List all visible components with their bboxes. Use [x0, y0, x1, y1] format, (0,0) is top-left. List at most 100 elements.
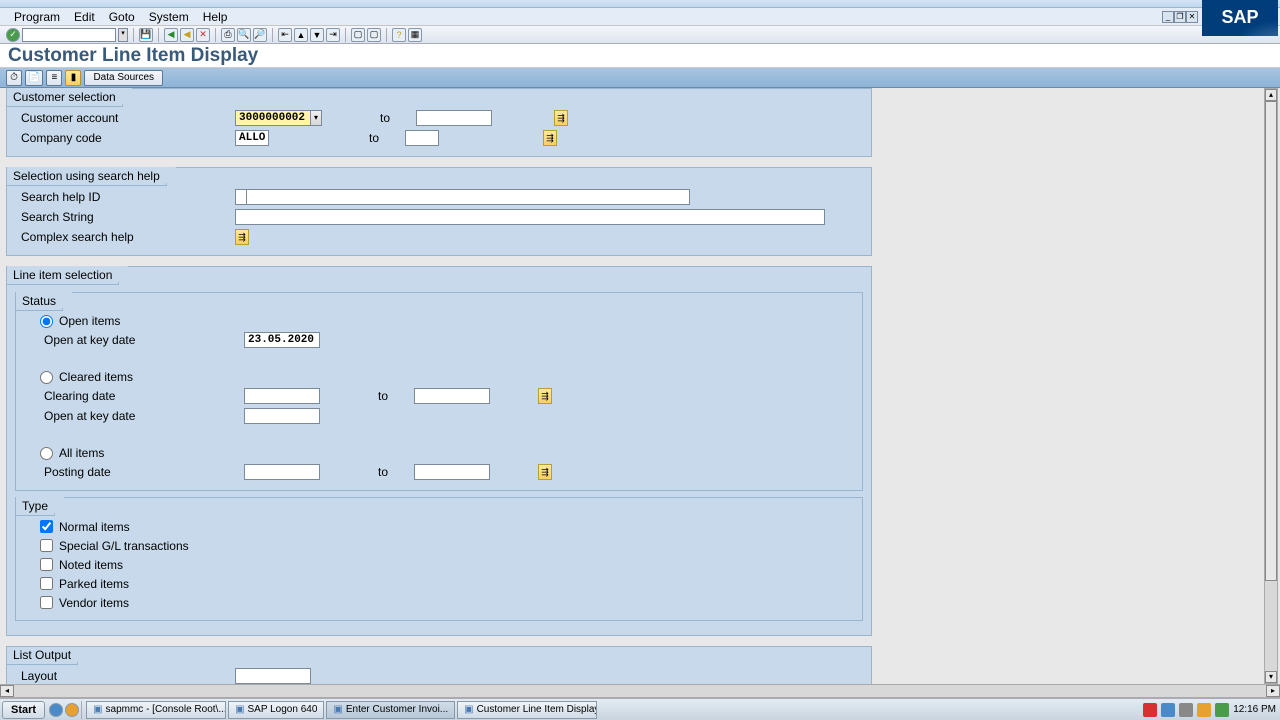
task-item[interactable]: ▣Enter Customer Invoi...: [326, 701, 455, 719]
print-icon[interactable]: ⎙: [221, 28, 235, 42]
layout-label: Layout: [15, 669, 235, 683]
task-item[interactable]: ▣Customer Line Item Display: [457, 701, 597, 719]
posting-date-label: Posting date: [24, 465, 244, 479]
multiple-selection-btn[interactable]: ⇶: [554, 110, 568, 126]
first-page-icon[interactable]: ⇤: [278, 28, 292, 42]
open-items-radio[interactable]: [40, 315, 53, 328]
posting-date-input[interactable]: [244, 464, 320, 480]
prev-page-icon[interactable]: ▲: [294, 28, 308, 42]
scroll-left-btn[interactable]: ◂: [0, 685, 14, 697]
scroll-right-btn[interactable]: ▸: [1266, 685, 1280, 697]
clearing-date-input[interactable]: [244, 388, 320, 404]
layout-icon[interactable]: ▦: [408, 28, 422, 42]
all-items-label: All items: [59, 446, 104, 460]
help-icon[interactable]: ?: [392, 28, 406, 42]
clock[interactable]: 12:16 PM: [1233, 704, 1276, 715]
normal-items-check[interactable]: [40, 520, 53, 533]
customer-selection-group: Customer selection Customer account ▾ to…: [6, 88, 872, 157]
close-btn[interactable]: ✕: [1186, 11, 1198, 23]
find-icon[interactable]: 🔍: [237, 28, 251, 42]
open-key-date-input[interactable]: [244, 332, 320, 348]
vendor-items-check[interactable]: [40, 596, 53, 609]
task-item[interactable]: ▣sapmmc - [Console Root\...: [86, 701, 226, 719]
system-tray: 12:16 PM: [1143, 703, 1280, 717]
exit-icon[interactable]: ◀: [180, 28, 194, 42]
to-label: to: [380, 111, 416, 125]
taskbar: Start ▣sapmmc - [Console Root\... ▣SAP L…: [0, 698, 1280, 720]
to-label: to: [378, 389, 414, 403]
subgroup-title: Status: [16, 292, 63, 311]
clearing-date-to-input[interactable]: [414, 388, 490, 404]
multiple-selection-btn[interactable]: ⇶: [538, 388, 552, 404]
group-title: Line item selection: [7, 266, 119, 285]
to-label: to: [378, 465, 414, 479]
list-output-group: List Output Layout: [6, 646, 872, 684]
cancel-icon[interactable]: ✕: [196, 28, 210, 42]
complex-search-btn[interactable]: ⇶: [235, 229, 249, 245]
scroll-up-btn[interactable]: ▴: [1265, 89, 1277, 101]
command-dropdown[interactable]: ▾: [118, 28, 128, 42]
new-session-icon[interactable]: ▢: [351, 28, 365, 42]
open-key-date2-input[interactable]: [244, 408, 320, 424]
menu-program[interactable]: Program: [14, 10, 60, 24]
select-btn[interactable]: ≡: [46, 70, 62, 86]
parked-items-label: Parked items: [59, 577, 129, 591]
search-string-input[interactable]: [235, 209, 825, 225]
execute-btn[interactable]: ⏱: [6, 70, 22, 86]
status-subgroup: Status Open items Open at key date Clear…: [15, 292, 863, 491]
data-sources-btn[interactable]: Data Sources: [84, 70, 163, 86]
layout-input[interactable]: [235, 668, 311, 684]
cleared-items-radio[interactable]: [40, 371, 53, 384]
type-subgroup: Type Normal items Special G/L transactio…: [15, 497, 863, 621]
find-next-icon[interactable]: 🔎: [253, 28, 267, 42]
group-title: Selection using search help: [7, 167, 167, 186]
search-help-id-label: Search help ID: [15, 190, 235, 204]
parked-items-check[interactable]: [40, 577, 53, 590]
variant-btn[interactable]: 📄: [25, 70, 43, 86]
back-icon[interactable]: ◀: [164, 28, 178, 42]
multiple-selection-btn[interactable]: ⇶: [538, 464, 552, 480]
search-help-desc-input[interactable]: [246, 189, 690, 205]
enter-icon[interactable]: ✓: [6, 28, 20, 42]
unknown-btn[interactable]: ▮: [65, 70, 81, 86]
tray-icon[interactable]: [1215, 703, 1229, 717]
line-item-selection-group: Line item selection Status Open items Op…: [6, 266, 872, 636]
multiple-selection-btn[interactable]: ⇶: [543, 130, 557, 146]
next-page-icon[interactable]: ▼: [310, 28, 324, 42]
customer-account-to-input[interactable]: [416, 110, 492, 126]
content-area: Customer selection Customer account ▾ to…: [6, 88, 1260, 684]
f4-help-btn[interactable]: ▾: [310, 110, 322, 126]
app-toolbar: ⏱ 📄 ≡ ▮ Data Sources: [0, 68, 1280, 88]
ie-icon[interactable]: [49, 703, 63, 717]
menu-goto[interactable]: Goto: [109, 10, 135, 24]
explorer-icon[interactable]: [65, 703, 79, 717]
all-items-radio[interactable]: [40, 447, 53, 460]
scroll-thumb[interactable]: [1265, 101, 1277, 581]
special-gl-check[interactable]: [40, 539, 53, 552]
tray-icon[interactable]: [1161, 703, 1175, 717]
last-page-icon[interactable]: ⇥: [326, 28, 340, 42]
noted-items-check[interactable]: [40, 558, 53, 571]
menu-edit[interactable]: Edit: [74, 10, 95, 24]
customer-account-input[interactable]: [235, 110, 311, 126]
posting-date-to-input[interactable]: [414, 464, 490, 480]
tray-icon[interactable]: [1197, 703, 1211, 717]
horizontal-scrollbar[interactable]: ◂ ▸: [0, 684, 1280, 698]
company-code-to-input[interactable]: [405, 130, 439, 146]
shortcut-icon[interactable]: ▢: [367, 28, 381, 42]
task-item[interactable]: ▣SAP Logon 640: [228, 701, 324, 719]
command-field[interactable]: [22, 28, 116, 42]
start-button[interactable]: Start: [2, 701, 45, 719]
vertical-scrollbar[interactable]: ▴ ▾: [1264, 88, 1278, 684]
tray-icon[interactable]: [1143, 703, 1157, 717]
restore-btn[interactable]: ❐: [1174, 11, 1186, 23]
minimize-btn[interactable]: _: [1162, 11, 1174, 23]
menubar: Program Edit Goto System Help: [0, 8, 1280, 26]
menu-system[interactable]: System: [149, 10, 189, 24]
tray-icon[interactable]: [1179, 703, 1193, 717]
scroll-down-btn[interactable]: ▾: [1265, 671, 1277, 683]
menu-help[interactable]: Help: [203, 10, 228, 24]
company-code-input[interactable]: [235, 130, 269, 146]
save-icon[interactable]: 💾: [139, 28, 153, 42]
noted-items-label: Noted items: [59, 558, 123, 572]
